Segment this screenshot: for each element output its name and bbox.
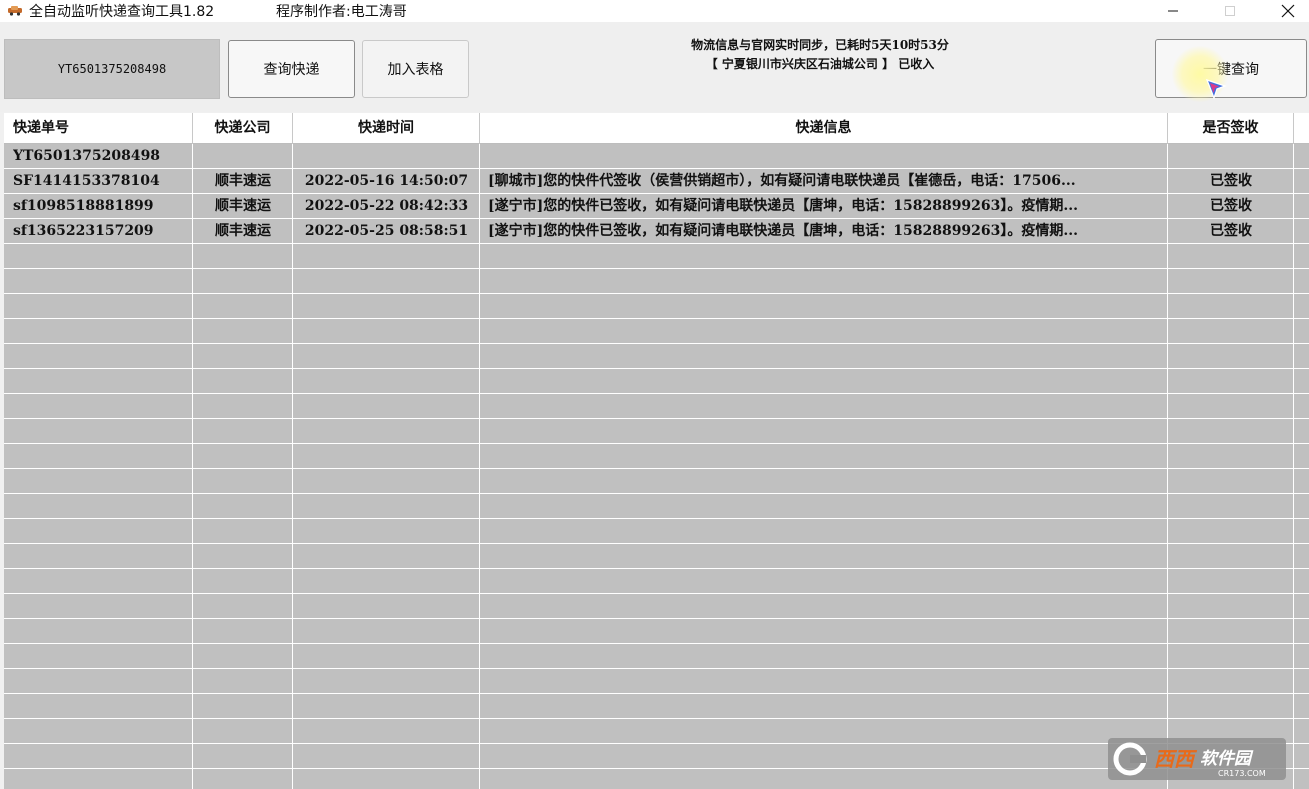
car-icon xyxy=(8,6,22,16)
query-express-button[interactable]: 查询快递 xyxy=(228,40,355,98)
minimize-button[interactable] xyxy=(1150,0,1196,22)
column-header-info[interactable]: 快递信息 xyxy=(480,113,1168,144)
svg-text:西西: 西西 xyxy=(1154,747,1198,771)
empty-table-row[interactable] xyxy=(4,569,1309,594)
column-divider xyxy=(1167,144,1168,789)
empty-table-row[interactable] xyxy=(4,294,1309,319)
info-cell xyxy=(488,144,1164,168)
svg-text:软件园: 软件园 xyxy=(1200,749,1254,769)
table-header: 快递单号 快递公司 快递时间 快递信息 是否签收 xyxy=(4,113,1309,144)
column-header-company[interactable]: 快递公司 xyxy=(193,113,293,144)
signed-cell: 已签收 xyxy=(1210,173,1252,189)
column-divider xyxy=(1293,144,1294,789)
maximize-icon xyxy=(1225,6,1235,16)
time-cell: 2022-05-25 08:58:51 xyxy=(304,223,469,239)
empty-table-row[interactable] xyxy=(4,469,1309,494)
maximize-button[interactable] xyxy=(1207,0,1253,22)
column-header-time[interactable]: 快递时间 xyxy=(293,113,480,144)
tracking-number-cell: sf1365223157209 xyxy=(13,223,154,239)
table-row[interactable]: YT6501375208498 xyxy=(4,144,1309,169)
column-header-signed[interactable]: 是否签收 xyxy=(1168,113,1294,144)
express-table: 快递单号 快递公司 快递时间 快递信息 是否签收 YT6501375208498… xyxy=(4,113,1309,789)
empty-table-row[interactable] xyxy=(4,369,1309,394)
empty-table-row[interactable] xyxy=(4,619,1309,644)
empty-table-row[interactable] xyxy=(4,594,1309,619)
info-cell: [聊城市]您的快件代签收（侯营供销超市），如有疑问请电联快递员【崔德岳，电话：1… xyxy=(488,173,1076,189)
mouse-pointer-icon xyxy=(1205,78,1227,100)
column-divider xyxy=(292,144,293,789)
info-cell: [遂宁市]您的快件已签收，如有疑问请电联快递员【唐坤，电话：1582889926… xyxy=(488,223,1079,239)
company-cell xyxy=(193,144,293,168)
minimize-icon xyxy=(1168,10,1178,12)
info-cell: [遂宁市]您的快件已签收，如有疑问请电联快递员【唐坤，电话：1582889926… xyxy=(488,198,1079,214)
status-line-2: 【 宁夏银川市兴庆区石油城公司 】 已收入 xyxy=(705,57,935,71)
tracking-number-cell: SF1414153378104 xyxy=(13,173,160,189)
status-message: 物流信息与官网实时同步，已耗时5天10时53分 【 宁夏银川市兴庆区石油城公司 … xyxy=(560,36,1080,74)
column-header-tracking-number[interactable]: 快递单号 xyxy=(4,113,193,144)
time-cell xyxy=(293,144,480,168)
add-to-table-button[interactable]: 加入表格 xyxy=(362,40,469,98)
close-icon xyxy=(1281,4,1295,18)
table-row[interactable]: sf1365223157209 顺丰速运 2022-05-25 08:58:51… xyxy=(4,219,1309,244)
toolbar: YT6501375208498 查询快递 加入表格 物流信息与官网实时同步，已耗… xyxy=(0,22,1309,112)
watermark-logo: 西西 软件园 CR173.COM xyxy=(1108,738,1286,780)
signed-cell: 已签收 xyxy=(1210,223,1252,239)
close-button[interactable] xyxy=(1265,0,1309,22)
table-row[interactable]: SF1414153378104 顺丰速运 2022-05-16 14:50:07… xyxy=(4,169,1309,194)
tracking-number-input[interactable]: YT6501375208498 xyxy=(4,39,220,99)
empty-table-row[interactable] xyxy=(4,519,1309,544)
empty-table-row[interactable] xyxy=(4,244,1309,269)
signed-cell: 已签收 xyxy=(1210,198,1252,214)
empty-table-row[interactable] xyxy=(4,269,1309,294)
company-cell: 顺丰速运 xyxy=(215,223,271,239)
column-divider xyxy=(479,144,480,789)
author-label: 程序制作者:电工涛哥 xyxy=(276,4,407,20)
empty-table-row[interactable] xyxy=(4,644,1309,669)
empty-table-row[interactable] xyxy=(4,419,1309,444)
signed-cell xyxy=(1168,144,1294,168)
time-cell: 2022-05-22 08:42:33 xyxy=(304,198,469,214)
empty-table-row[interactable] xyxy=(4,319,1309,344)
company-cell: 顺丰速运 xyxy=(215,173,271,189)
empty-table-row[interactable] xyxy=(4,344,1309,369)
empty-table-row[interactable] xyxy=(4,694,1309,719)
tracking-number-cell: sf1098518881899 xyxy=(13,198,154,214)
tracking-number-cell: YT6501375208498 xyxy=(13,148,161,164)
status-line-1: 物流信息与官网实时同步，已耗时5天10时53分 xyxy=(691,38,949,52)
empty-table-row[interactable] xyxy=(4,494,1309,519)
empty-table-row[interactable] xyxy=(4,669,1309,694)
empty-table-row[interactable] xyxy=(4,394,1309,419)
column-divider xyxy=(192,144,193,789)
time-cell: 2022-05-16 14:50:07 xyxy=(304,173,469,189)
title-bar: 全自动监听快递查询工具1.82 程序制作者:电工涛哥 xyxy=(0,0,1309,22)
empty-table-row[interactable] xyxy=(4,444,1309,469)
table-row[interactable]: sf1098518881899 顺丰速运 2022-05-22 08:42:33… xyxy=(4,194,1309,219)
window-title: 全自动监听快递查询工具1.82 xyxy=(29,4,215,20)
company-cell: 顺丰速运 xyxy=(215,198,271,214)
svg-text:CR173.COM: CR173.COM xyxy=(1218,769,1266,778)
empty-table-row[interactable] xyxy=(4,544,1309,569)
